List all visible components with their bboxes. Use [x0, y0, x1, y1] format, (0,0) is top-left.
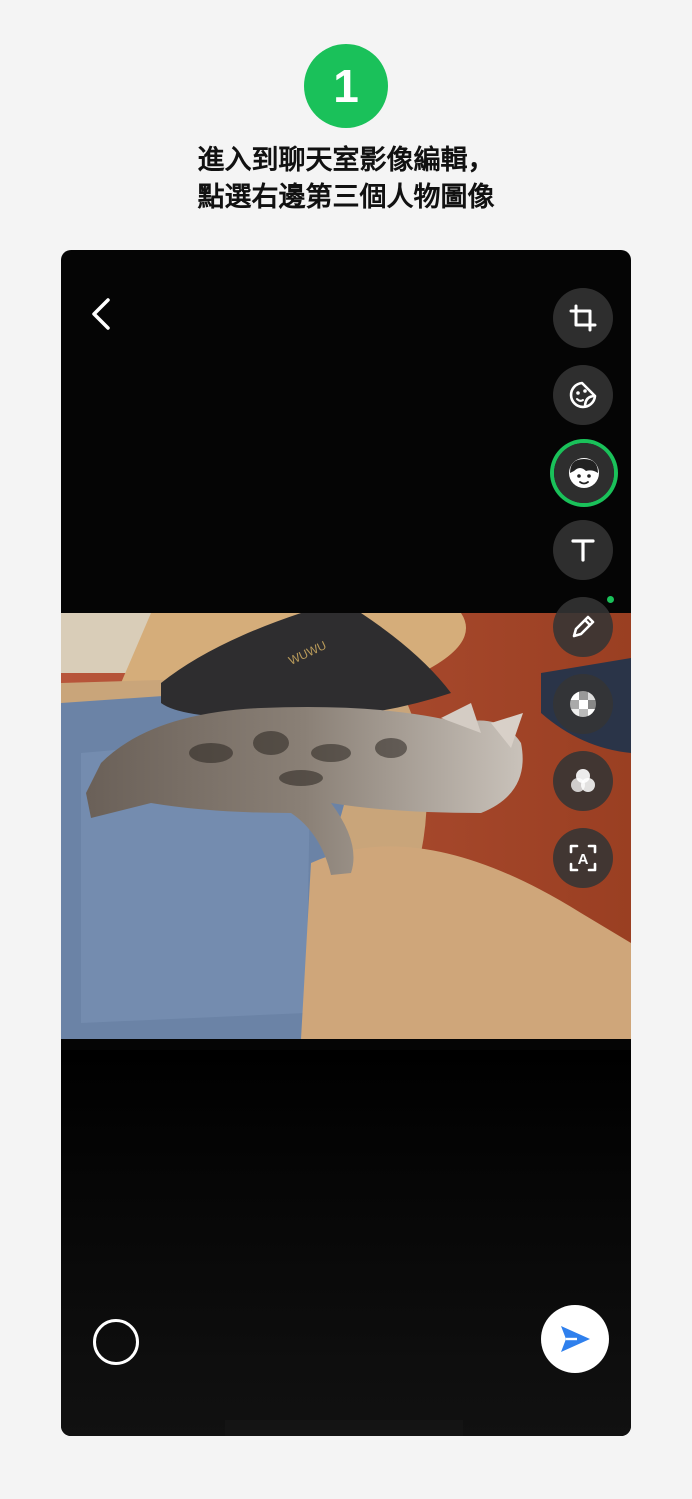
scan-text-icon: A — [569, 844, 597, 872]
instruction-line-2: 點選右邊第三個人物圖像 — [197, 182, 495, 213]
sticker-button[interactable] — [553, 365, 613, 425]
chevron-left-icon — [92, 298, 110, 330]
filter-button[interactable] — [553, 751, 613, 811]
instruction-line-1: 進入到聊天室影像編輯， — [197, 145, 495, 176]
face-sticker-button[interactable] — [554, 443, 614, 503]
instruction-text: 進入到聊天室影像編輯， 點選右邊第三個人物圖像 — [0, 142, 692, 216]
text-icon — [571, 539, 595, 562]
filter-icon — [571, 769, 595, 792]
crop-icon — [569, 304, 597, 332]
phone-screen: WUWU A — [61, 250, 631, 1436]
mosaic-button[interactable] — [553, 674, 613, 734]
send-icon — [561, 1326, 590, 1352]
text-recognition-button[interactable]: A — [553, 828, 613, 888]
step-number-badge: 1 — [304, 44, 388, 128]
text-button[interactable] — [553, 520, 613, 580]
kitten-photo: WUWU — [61, 613, 631, 1039]
crop-button[interactable] — [553, 288, 613, 348]
scan-text-glyph: A — [578, 851, 589, 868]
mosaic-icon — [570, 691, 596, 717]
new-indicator-dot — [607, 596, 614, 603]
home-indicator — [225, 1420, 463, 1436]
sticker-icon — [569, 381, 597, 409]
pencil-icon — [572, 615, 595, 638]
send-button[interactable] — [541, 1305, 609, 1373]
face-icon — [569, 458, 599, 488]
capture-circle-button[interactable] — [93, 1319, 139, 1365]
draw-button[interactable] — [553, 597, 613, 657]
back-button[interactable] — [83, 294, 119, 334]
step-number: 1 — [333, 60, 359, 112]
